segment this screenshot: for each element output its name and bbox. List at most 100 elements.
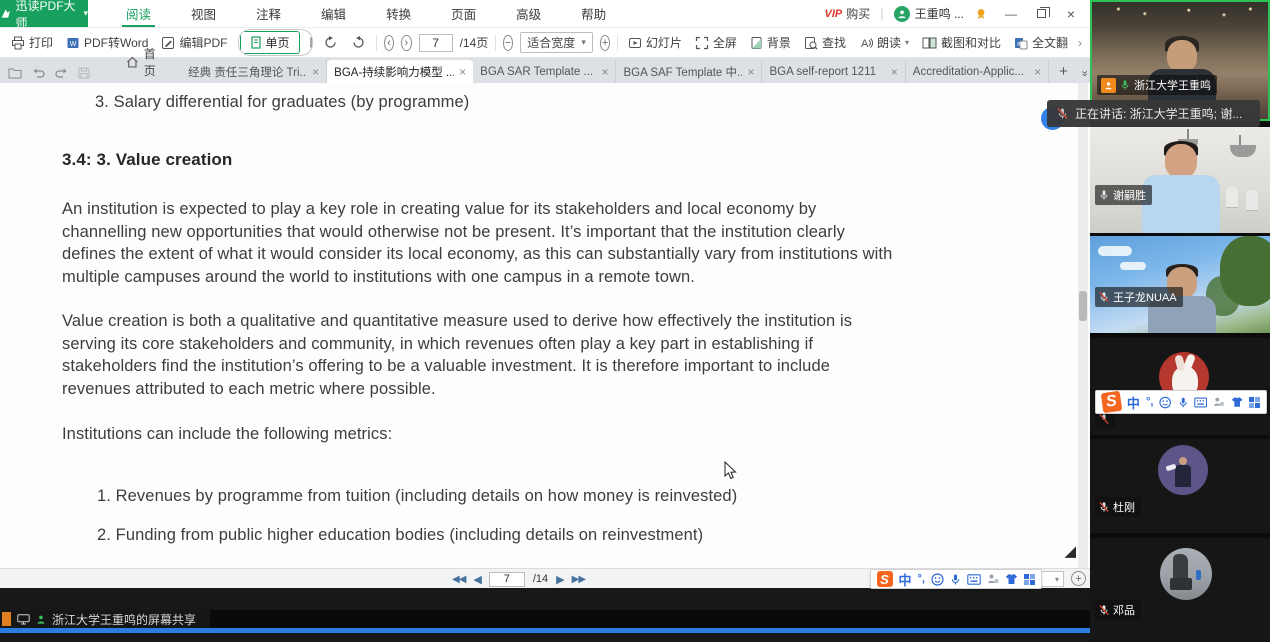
app-logo-icon [0,7,12,20]
menu-help[interactable]: 帮助 [561,0,626,27]
background-button[interactable]: 背景 [747,32,794,53]
close-icon[interactable]: × [1034,65,1041,79]
ime-punctuation-toggle[interactable]: °, [1146,396,1153,408]
chevron-down-icon: ▾ [581,37,586,48]
participant-tile-3[interactable]: 王子龙NUAA [1090,236,1270,333]
menu-page[interactable]: 页面 [431,0,496,27]
participant-tile-2[interactable]: 谢嗣胜 [1090,127,1270,233]
document-viewer[interactable]: 3. Salary differential for graduates (by… [0,83,1090,568]
menu-advanced[interactable]: 高级 [496,0,561,27]
skin-shirt-icon[interactable] [1231,396,1243,408]
close-button[interactable]: × [1058,3,1084,25]
slideshow-button[interactable]: 幻灯片 [625,32,685,53]
participant-tile-4[interactable]: S 中 °, [1090,338,1270,435]
single-page-button[interactable]: 单页 [240,31,300,54]
save-icon[interactable] [78,67,90,79]
app-logo[interactable]: 迅读PDF大师 ▾ [0,0,88,27]
skin-shirt-icon[interactable] [1005,573,1018,585]
page-number-input[interactable] [489,572,525,587]
minimize-button[interactable]: — [998,3,1024,25]
toolbox-icon[interactable] [1213,396,1224,408]
more-tabs-button[interactable]: » [1075,68,1090,82]
tab-document-3[interactable]: BGA SAR Template ... × [473,60,616,83]
close-icon[interactable]: × [459,65,466,79]
fullscreen-button[interactable]: 全屏 [692,32,740,53]
vip-buy-button[interactable]: VIP 购买 [825,5,871,22]
tab-document-1[interactable]: 经典 责任三角理论 Tri... × [181,60,327,83]
first-page-button[interactable]: ◀◀ [452,574,465,585]
toolbar-overflow-button[interactable]: › [1078,36,1082,50]
zoom-out-button[interactable]: − [503,35,513,51]
chevron-down-icon: ▾ [1055,575,1059,584]
medal-icon[interactable] [974,7,988,21]
menu-convert[interactable]: 转换 [366,0,431,27]
close-icon[interactable]: × [601,65,608,79]
prev-page-button[interactable]: ◀ [473,573,480,586]
full-translate-button[interactable]: a 全文翻 [1011,32,1071,53]
read-aloud-button[interactable]: A 朗读 ▾ [856,32,912,53]
voice-input-icon[interactable] [950,573,961,586]
ime-punctuation-toggle[interactable]: °, [918,573,925,585]
divider [617,35,618,51]
undo-icon[interactable] [32,67,45,79]
page-number-input[interactable] [419,34,453,52]
restore-button[interactable] [1028,3,1054,25]
ime-menu-grid-icon[interactable] [1024,574,1035,585]
zoom-in-button[interactable]: + [1071,571,1086,586]
page-navigation: ◀◀ ◀ /14 ▶ ▶▶ [452,569,585,589]
redo-icon[interactable] [55,67,68,79]
tab-document-6[interactable]: Accreditation-Applic... × [906,60,1049,83]
emoji-icon[interactable] [931,573,944,586]
last-page-button[interactable]: ▶▶ [572,574,585,585]
screenshot-compare-button[interactable]: 截图和对比 [919,32,1004,53]
tab-document-5[interactable]: BGA self-report 1211 × [762,60,905,83]
keyboard-icon[interactable] [967,574,981,585]
print-button[interactable]: 打印 [8,32,56,53]
double-page-button[interactable]: 双页 [301,32,314,53]
doc-list-item-2: 2. Funding from public higher education … [97,526,703,545]
menu-edit[interactable]: 编辑 [301,0,366,27]
tab-document-4[interactable]: BGA SAF Template 中... × [616,60,762,83]
sogou-logo-icon[interactable]: S [1101,391,1123,413]
close-icon[interactable]: × [312,65,319,79]
vertical-scrollbar[interactable] [1078,83,1088,568]
menu-annotate[interactable]: 注释 [236,0,301,27]
participant-tile-5[interactable]: 杜刚 [1090,439,1270,533]
keyboard-icon[interactable] [1194,397,1207,408]
emoji-icon[interactable] [1159,396,1171,409]
participant-name-label: 谢嗣胜 [1095,185,1152,205]
rotate-ccw-button[interactable] [348,33,369,52]
participant-tile-6[interactable]: 邓品 [1090,538,1270,642]
ime-mode-chinese[interactable]: 中 [1127,393,1140,412]
user-account-button[interactable]: 王重鸣 ... [894,5,964,22]
next-page-button[interactable]: › [401,35,411,51]
zoom-mode-dropdown[interactable]: 适合宽度 ▾ [520,32,593,53]
tab-document-2-active[interactable]: BGA-持续影响力模型 ... × [327,60,473,83]
sogou-ime-bar[interactable]: S 中 °, [1095,390,1267,414]
ime-mode-chinese[interactable]: 中 [899,570,912,589]
screen: 迅读PDF大师 ▾ 阅读 视图 注释 编辑 转换 页面 高级 帮助 VIP 购买… [0,0,1270,642]
open-file-icon[interactable] [8,67,22,79]
close-icon[interactable]: × [891,65,898,79]
page-total-label: /14页 [460,34,489,51]
sogou-logo-icon[interactable]: S [877,571,893,587]
app-title: 迅读PDF大师 [16,0,80,31]
prev-page-button[interactable]: ‹ [384,35,394,51]
sogou-ime-bar[interactable]: S 中 °, [870,569,1042,589]
home-tab[interactable]: 首页 [100,45,181,83]
zoom-in-button[interactable]: + [600,35,610,51]
voice-input-icon[interactable] [1178,396,1188,409]
next-page-button[interactable]: ▶ [556,573,563,586]
ime-menu-grid-icon[interactable] [1249,397,1260,408]
chevron-down-icon[interactable]: ▾ [83,8,88,19]
doc-list-item-1: 1. Revenues by programme from tuition (i… [97,487,737,506]
new-tab-button[interactable]: + [1049,63,1076,83]
toolbox-icon[interactable] [987,573,999,585]
rotate-cw-button[interactable] [320,33,341,52]
menu-read[interactable]: 阅读 [106,0,171,27]
menu-view[interactable]: 视图 [171,0,236,27]
close-icon[interactable]: × [747,65,754,79]
scrollbar-thumb[interactable] [1079,291,1087,321]
find-button[interactable]: 查找 [801,32,849,53]
vip-icon: VIP [825,8,843,20]
